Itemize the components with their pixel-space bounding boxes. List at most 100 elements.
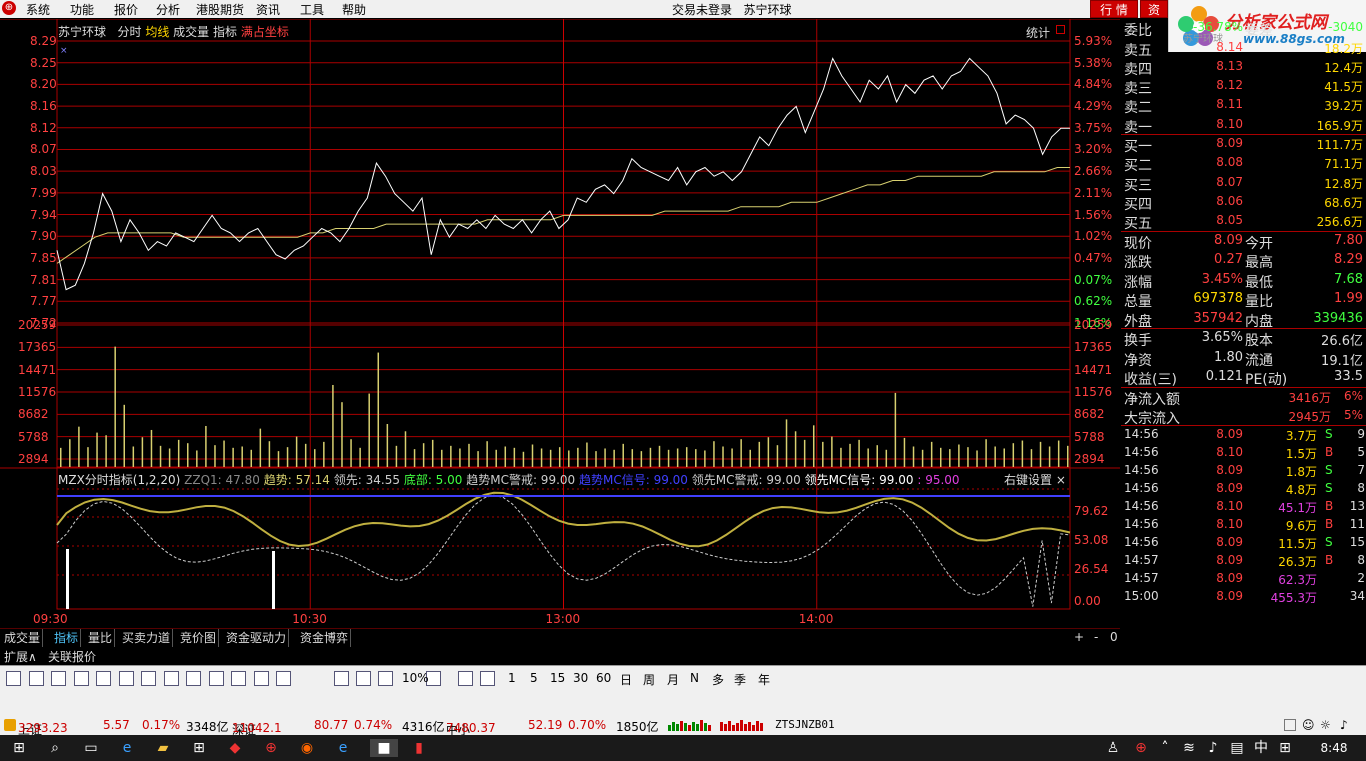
menu-system[interactable]: 系统 — [26, 1, 50, 18]
up-icon[interactable] — [28, 671, 44, 686]
app-target-icon[interactable]: ⊕ — [262, 739, 280, 757]
bid-row[interactable]: 买二 8.08 71.1万 — [1121, 154, 1366, 174]
period-15min[interactable]: 15 — [550, 671, 565, 685]
line-icon[interactable] — [96, 671, 111, 686]
full-coord-toggle[interactable]: 满占坐标 — [241, 25, 289, 39]
intraday-chart-area[interactable]: × 苏宁环球 分时 均线 成交量 指标 满占坐标 统计 8.29 8.25 8.20… — [0, 19, 1120, 629]
stat-row[interactable]: 涨跌 0.27 最高 8.29 — [1121, 251, 1366, 271]
tray-app-icon[interactable]: ⊕ — [1132, 739, 1150, 757]
tray-message-icon[interactable]: ▤ — [1228, 739, 1246, 757]
table-icon[interactable] — [141, 671, 156, 686]
menu-analysis[interactable]: 分析 — [156, 1, 180, 18]
expand-box-icon[interactable] — [1056, 25, 1065, 34]
related-quotes-button[interactable]: 关联报价 — [48, 648, 96, 665]
menu-function[interactable]: 功能 — [70, 1, 94, 18]
period-quarter[interactable]: 季 — [734, 671, 746, 688]
bid-row[interactable]: 买五 8.05 256.6万 — [1121, 212, 1366, 232]
zoom-plus-button[interactable]: + — [1074, 630, 1084, 644]
bid-row[interactable]: 买四 8.06 68.6万 — [1121, 193, 1366, 213]
indicator-tab-6[interactable]: 资金博弈 — [298, 629, 352, 647]
store-icon[interactable]: ⊞ — [190, 739, 208, 757]
candle-icon[interactable] — [118, 671, 134, 686]
ask-row[interactable]: 卖五 8.14 18.2万 — [1121, 39, 1366, 59]
indicator-tab-2[interactable]: 量比 — [86, 629, 116, 647]
menu-help[interactable]: 帮助 — [342, 1, 366, 18]
expand-button[interactable]: 扩展∧ — [4, 648, 37, 665]
status-window-icon[interactable] — [1284, 719, 1296, 731]
stat-row[interactable]: 涨幅 3.45% 最低 7.68 — [1121, 271, 1366, 291]
period-1min[interactable]: 1 — [508, 671, 516, 685]
search-icon[interactable]: ⌕ — [46, 739, 64, 757]
tray-wifi-icon[interactable]: ≋ — [1180, 739, 1198, 757]
app-orange-icon[interactable]: ◉ — [298, 739, 316, 757]
pin-icon[interactable] — [186, 671, 201, 686]
period-day[interactable]: 日 — [620, 671, 632, 688]
right-click-settings[interactable]: 右键设置 × — [1004, 471, 1066, 488]
bid-row[interactable]: 买三 8.07 12.8万 — [1121, 174, 1366, 194]
app-red-icon[interactable]: ◆ — [226, 739, 244, 757]
trade-button[interactable]: 资 — [1140, 0, 1168, 18]
ind-name[interactable]: MZX分时指标(1,2,20) — [58, 473, 180, 487]
zoom-reset-button[interactable]: 0 — [1110, 630, 1118, 644]
period-year[interactable]: 年 — [758, 671, 770, 688]
indicator-tab-5[interactable]: 资金驱动力 — [224, 629, 290, 647]
stat-row[interactable]: 现价 8.09 今开 7.80 — [1121, 232, 1366, 252]
stat-row[interactable]: 外盘 357942 内盘 339436 — [1121, 310, 1366, 330]
back-icon[interactable] — [6, 671, 21, 686]
toolbar-10pct[interactable]: 10% — [402, 671, 429, 685]
indicator-tab-1[interactable]: 指标 — [52, 629, 82, 647]
task-view-icon[interactable]: ▭ — [82, 739, 100, 757]
ime-indicator[interactable]: 中 — [1252, 739, 1270, 757]
tray-person-icon[interactable]: ♙ — [1104, 739, 1122, 757]
circle-icon[interactable] — [276, 671, 291, 686]
mount-icon[interactable] — [356, 671, 371, 686]
menu-news[interactable]: 资讯 — [256, 1, 280, 18]
app-book-icon[interactable]: ▮ — [410, 739, 428, 757]
period-n[interactable]: N — [690, 671, 699, 685]
chart-tab-indicator[interactable]: 指标 — [213, 25, 237, 39]
app-logo-icon[interactable]: ⊕ — [2, 1, 16, 15]
status-person-icon[interactable]: ☺ — [1302, 718, 1315, 732]
tray-keyboard-icon[interactable]: ⊞ — [1276, 739, 1294, 757]
tray-chevron-icon[interactable]: ˄ — [1156, 739, 1174, 757]
period-week[interactable]: 周 — [643, 671, 655, 688]
ask-row[interactable]: 卖一 8.10 165.9万 — [1121, 116, 1366, 136]
file-explorer-icon[interactable]: ▰ — [154, 739, 172, 757]
stat-row[interactable]: 总量 697378 量比 1.99 — [1121, 290, 1366, 310]
stats-button[interactable]: 统计 — [1026, 24, 1050, 41]
indicator-tab-4[interactable]: 竞价图 — [178, 629, 220, 647]
active-app-icon[interactable]: ■ — [370, 739, 398, 757]
indicator-tab-3[interactable]: 买卖力道 — [120, 629, 174, 647]
stat2-row[interactable]: 收益(三) 0.121 PE(动) 33.5 — [1121, 368, 1366, 388]
close-icon[interactable]: × — [1056, 473, 1066, 487]
quotes-button[interactable]: 行 情 — [1090, 0, 1138, 18]
chart-tab-volume[interactable]: 成交量 — [173, 25, 209, 39]
wave-icon[interactable] — [334, 671, 349, 686]
price-icon[interactable] — [208, 671, 224, 686]
period-5min[interactable]: 5 — [530, 671, 538, 685]
ask-row[interactable]: 卖二 8.11 39.2万 — [1121, 96, 1366, 116]
rz-icon[interactable] — [253, 671, 269, 686]
ask-row[interactable]: 卖四 8.13 12.4万 — [1121, 58, 1366, 78]
period-month[interactable]: 月 — [667, 671, 679, 688]
bid-row[interactable]: 买一 8.09 111.7万 — [1121, 135, 1366, 155]
status-network-icon[interactable]: ☼ — [1320, 718, 1331, 732]
refresh-icon[interactable] — [480, 671, 495, 686]
chart-tab-time[interactable]: 分时 — [117, 25, 141, 39]
ask-row[interactable]: 卖三 8.12 41.5万 — [1121, 77, 1366, 97]
down-icon[interactable] — [51, 671, 66, 686]
list-icon[interactable] — [73, 671, 89, 686]
menu-tools[interactable]: 工具 — [300, 1, 324, 18]
period-multi[interactable]: 多 — [712, 671, 724, 688]
menu-quote[interactable]: 报价 — [114, 1, 138, 18]
status-sound-icon[interactable]: ♪ — [1340, 718, 1348, 732]
fiz-icon[interactable] — [231, 671, 246, 686]
windows-start-icon[interactable]: ⊞ — [10, 739, 28, 757]
ie-icon[interactable]: e — [334, 739, 352, 757]
indicator-tab-0[interactable]: 成交量 — [2, 629, 44, 647]
period-60min[interactable]: 60 — [596, 671, 611, 685]
fin-icon[interactable] — [163, 671, 179, 686]
stat2-row[interactable]: 净资 1.80 流通 19.1亿 — [1121, 349, 1366, 369]
tray-volume-icon[interactable]: ♪ — [1204, 739, 1222, 757]
zoom-minus-button[interactable]: - — [1094, 630, 1098, 644]
